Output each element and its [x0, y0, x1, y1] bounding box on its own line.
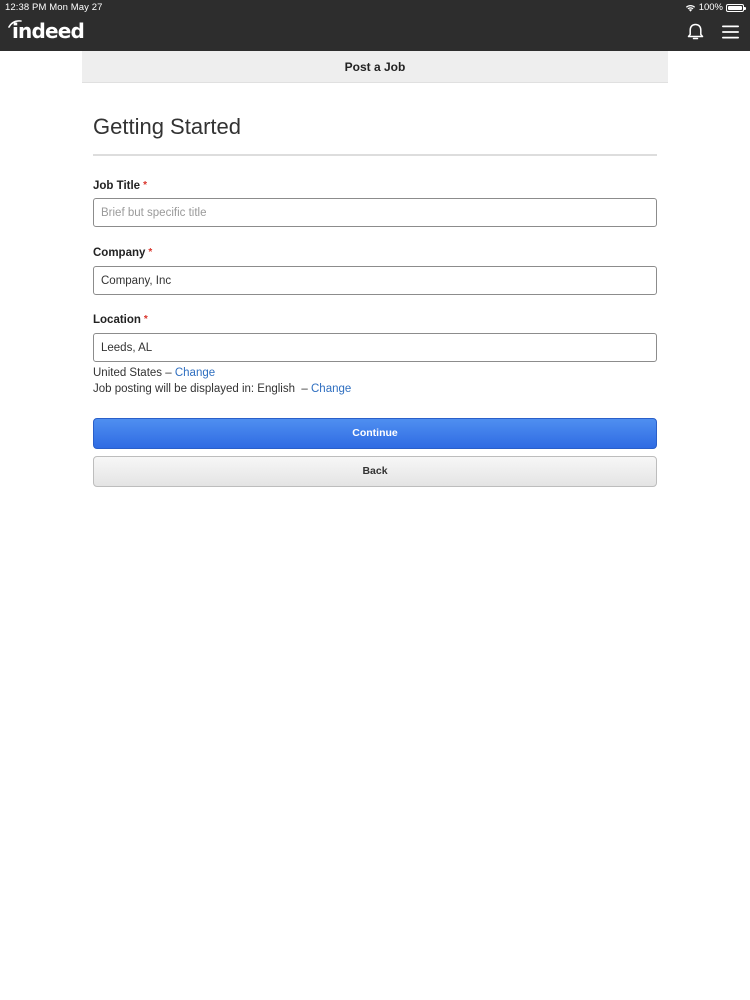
- post-a-job-header: Post a Job: [82, 51, 668, 83]
- page-title: Getting Started: [93, 114, 241, 139]
- required-marker: *: [148, 247, 153, 258]
- bell-icon[interactable]: [687, 23, 704, 41]
- app-header: 12:38 PM Mon May 27 100% indeed: [0, 0, 750, 51]
- indeed-logo[interactable]: indeed: [8, 19, 85, 47]
- job-title-input[interactable]: [93, 198, 657, 227]
- required-marker: *: [143, 314, 148, 325]
- title-divider: [93, 154, 657, 156]
- job-title-label: Job Title *: [93, 180, 147, 192]
- change-country-link[interactable]: Change: [175, 367, 215, 379]
- battery-percent: 100%: [698, 2, 723, 13]
- job-title-label-text: Job Title: [93, 180, 141, 192]
- battery-icon: [726, 3, 746, 12]
- status-time: 12:38 PM Mon May 27: [5, 2, 103, 13]
- wifi-icon: [685, 5, 695, 12]
- change-language-link[interactable]: Change: [311, 383, 351, 395]
- menu-icon[interactable]: [722, 25, 739, 39]
- company-input[interactable]: [93, 266, 657, 295]
- location-input[interactable]: [93, 333, 657, 362]
- status-indicators: 100%: [685, 2, 746, 13]
- back-button[interactable]: Back: [93, 456, 657, 487]
- location-label: Location *: [93, 314, 148, 326]
- company-label-text: Company: [93, 247, 146, 259]
- required-marker: *: [143, 180, 147, 191]
- continue-button[interactable]: Continue: [93, 418, 657, 449]
- country-line: United States – Change: [93, 367, 215, 379]
- language-text: Job posting will be displayed in: Englis…: [93, 383, 308, 395]
- country-text: United States –: [93, 367, 172, 379]
- location-label-text: Location: [93, 314, 141, 326]
- company-label: Company *: [93, 247, 152, 259]
- language-line: Job posting will be displayed in: Englis…: [93, 383, 351, 395]
- logo-text: indeed: [12, 19, 85, 43]
